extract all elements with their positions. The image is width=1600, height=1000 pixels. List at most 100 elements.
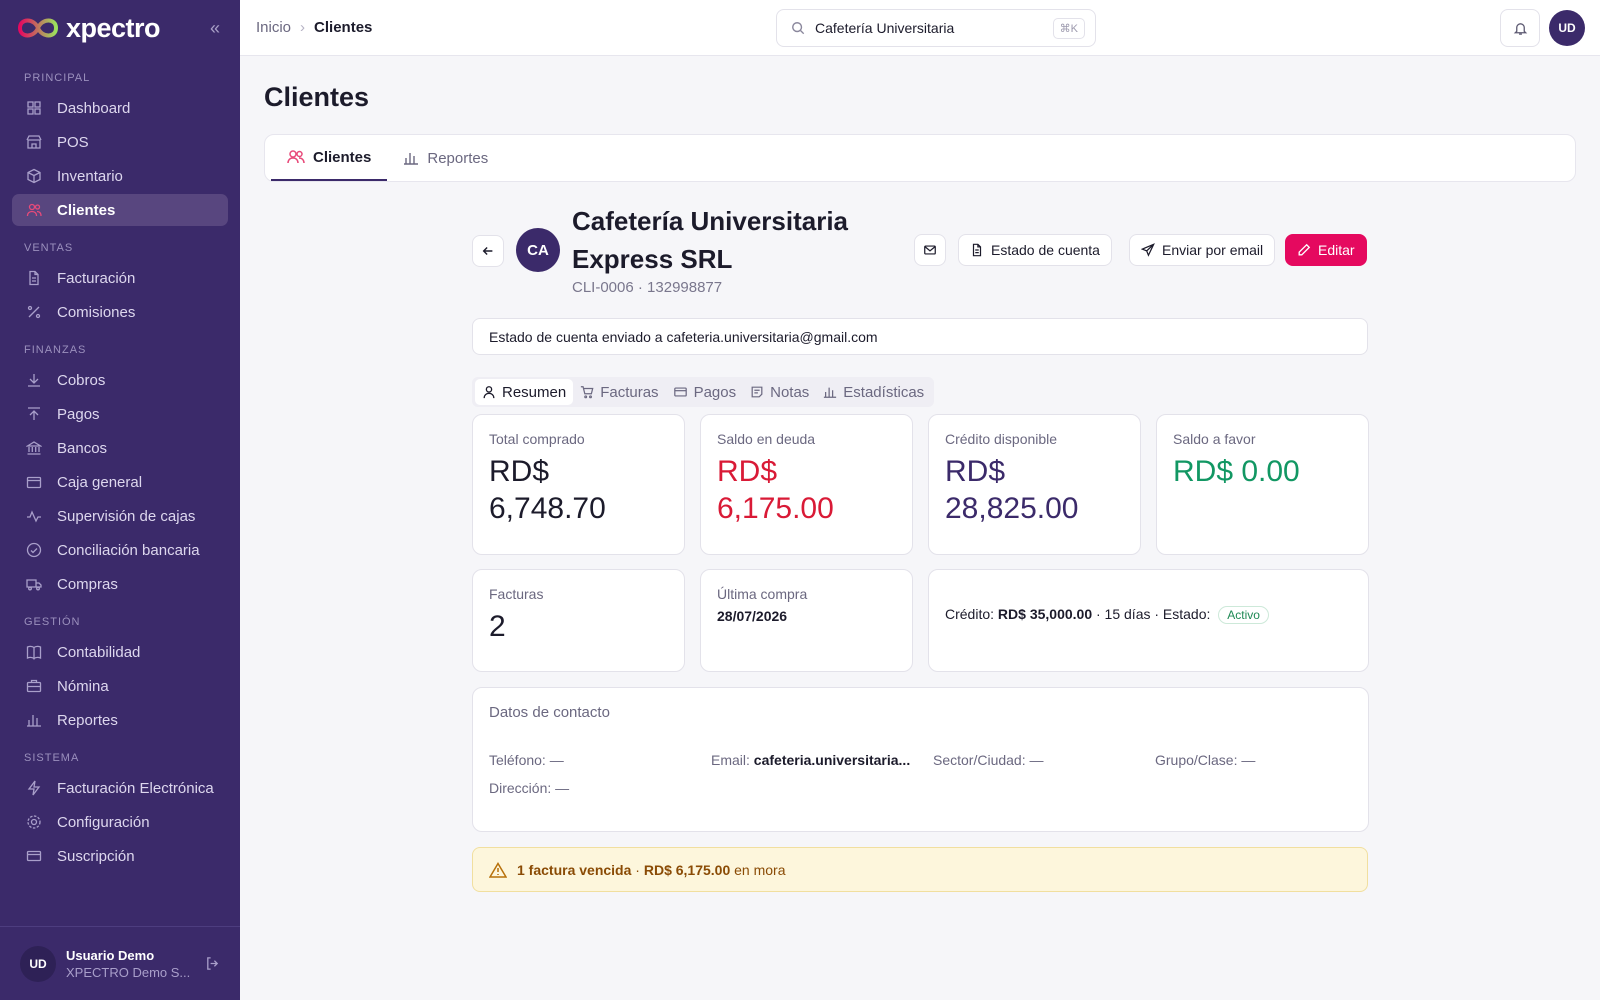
sidebar-item-facturacion[interactable]: Facturación	[12, 262, 228, 294]
sidebar-item-cobros[interactable]: Cobros	[12, 364, 228, 396]
user-avatar-button[interactable]: UD	[1549, 10, 1585, 46]
credit-card-icon	[25, 847, 43, 865]
sidebar-section-label: GESTIÓN	[24, 616, 81, 628]
facturas-label: Facturas	[489, 586, 544, 602]
bank-icon	[25, 439, 43, 457]
subtab-label: Resumen	[502, 383, 567, 401]
field-label: Teléfono:	[489, 752, 546, 768]
subtab-facturas[interactable]: Facturas	[573, 379, 665, 405]
field-value: cafeteria.universitaria...	[753, 752, 911, 768]
send-email-button[interactable]: Enviar por email	[1129, 234, 1276, 266]
bar-chart-icon	[823, 385, 837, 399]
subtab-label: Pagos	[693, 383, 737, 401]
wallet-icon	[25, 473, 43, 491]
sidebar-item-label: Reportes	[57, 711, 118, 729]
kpi-saldo-favor: Saldo a favor RD$ 0.00	[1156, 414, 1369, 555]
users-icon	[287, 149, 305, 165]
sidebar-item-label: Inventario	[57, 167, 123, 185]
sidebar-item-label: Cobros	[57, 371, 106, 389]
button-label: Estado de cuenta	[991, 242, 1100, 258]
status-badge: Activo	[1218, 605, 1269, 624]
subtab-pagos[interactable]: Pagos	[666, 379, 744, 405]
chevron-right-icon: ›	[300, 19, 306, 36]
subtab-notas[interactable]: Notas	[743, 379, 816, 405]
sidebar-item-dashboard[interactable]: Dashboard	[12, 92, 228, 124]
briefcase-icon	[25, 677, 43, 695]
button-label: Enviar por email	[1162, 242, 1264, 258]
sidebar-item-label: Comisiones	[57, 303, 136, 321]
subtab-resumen[interactable]: Resumen	[475, 379, 574, 405]
sidebar-item-pos[interactable]: POS	[12, 126, 228, 158]
alert-count: 1 factura vencida	[517, 861, 632, 878]
subtab-label: Notas	[770, 383, 810, 401]
ultima-compra-label: Última compra	[717, 586, 808, 602]
sidebar-item-supervision-de-cajas[interactable]: Supervisión de cajas	[12, 500, 228, 532]
tab-label: Reportes	[427, 149, 489, 167]
sidebar-item-configuracion[interactable]: Configuración	[12, 806, 228, 838]
edit-button[interactable]: Editar	[1285, 234, 1367, 266]
client-avatar: CA	[516, 228, 560, 272]
upload-icon	[25, 405, 43, 423]
mail-icon	[924, 245, 936, 255]
kpi-label: Crédito disponible	[945, 431, 1058, 447]
sidebar-item-label: Caja general	[57, 473, 143, 491]
sidebar-item-bancos[interactable]: Bancos	[12, 432, 228, 464]
sidebar-item-reportes[interactable]: Reportes	[12, 704, 228, 736]
overdue-alert: 1 factura vencida · RD$ 6,175.00 en mora	[472, 847, 1368, 892]
sidebar-item-compras[interactable]: Compras	[12, 568, 228, 600]
button-label: Editar	[1318, 242, 1355, 258]
field-label: Email:	[711, 752, 750, 768]
grid-icon	[25, 99, 43, 117]
truck-icon	[25, 575, 43, 593]
sidebar-item-label: Dashboard	[57, 99, 131, 117]
box-icon	[25, 167, 43, 185]
tab-clientes[interactable]: Clientes	[271, 135, 388, 181]
sidebar-section-label: SISTEMA	[24, 752, 80, 764]
field-label: Grupo/Clase:	[1155, 752, 1238, 768]
sidebar-item-pagos[interactable]: Pagos	[12, 398, 228, 430]
send-icon	[1141, 243, 1155, 257]
sidebar-item-contabilidad[interactable]: Contabilidad	[12, 636, 228, 668]
facturas-card: Facturas 2	[472, 569, 685, 672]
collapse-sidebar-icon[interactable]: «	[210, 18, 220, 39]
gear-icon	[25, 813, 43, 831]
kpi-label: Saldo a favor	[1173, 431, 1256, 447]
notifications-bell-icon[interactable]	[1500, 9, 1540, 47]
sidebar-user[interactable]: UD Usuario Demo XPECTRO Demo S...	[0, 926, 240, 1000]
tab-label: Clientes	[313, 148, 372, 166]
sidebar-item-label: Compras	[57, 575, 118, 593]
page-title: Clientes	[264, 82, 370, 112]
file-icon	[25, 269, 43, 287]
user-avatar: UD	[20, 945, 56, 982]
contact-sector: Sector/Ciudad: —	[933, 752, 1044, 768]
credit-card-icon	[673, 385, 688, 399]
sidebar-item-clientes[interactable]: Clientes	[12, 194, 228, 226]
sidebar-item-conciliacion-bancaria[interactable]: Conciliación bancaria	[12, 534, 228, 566]
sidebar-item-facturacion-electronica[interactable]: Facturación Electrónica	[12, 772, 228, 804]
tab-reportes[interactable]: Reportes	[387, 135, 504, 181]
breadcrumb-home[interactable]: Inicio	[256, 19, 291, 36]
email-button[interactable]	[914, 234, 946, 266]
subtab-estadisticas[interactable]: Estadísticas	[816, 379, 931, 405]
contact-group: Grupo/Clase: —	[1155, 752, 1255, 768]
sidebar-section-label: PRINCIPAL	[24, 72, 91, 84]
sidebar-item-comisiones[interactable]: Comisiones	[12, 296, 228, 328]
sidebar-item-nomina[interactable]: Nómina	[12, 670, 228, 702]
contact-title: Datos de contacto	[489, 704, 610, 721]
search-input[interactable]	[815, 20, 1053, 36]
cart-icon	[580, 385, 594, 399]
credit-amount: RD$ 35,000.00	[997, 605, 1093, 622]
kpi-label: Saldo en deuda	[717, 431, 816, 447]
account-statement-button[interactable]: Estado de cuenta	[958, 234, 1112, 266]
field-value: —	[1241, 752, 1256, 768]
sidebar-item-suscripcion[interactable]: Suscripción	[12, 840, 228, 872]
logout-icon[interactable]	[205, 956, 220, 971]
breadcrumb: Inicio › Clientes	[256, 19, 372, 36]
alert-suffix: en mora	[734, 861, 786, 878]
back-button[interactable]	[472, 235, 504, 267]
sidebar-item-inventario[interactable]: Inventario	[12, 160, 228, 192]
contact-email: Email: cafeteria.universitaria...	[711, 752, 910, 768]
client-subtabs: Resumen Facturas Pagos Notas Estadística…	[472, 377, 935, 407]
field-value: —	[555, 780, 570, 796]
sidebar-item-caja-general[interactable]: Caja general	[12, 466, 228, 498]
